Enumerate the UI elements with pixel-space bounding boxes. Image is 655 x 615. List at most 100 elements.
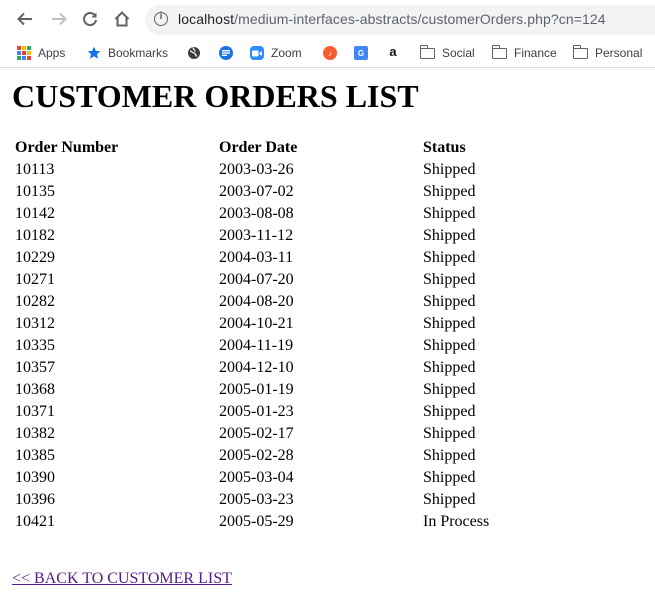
order-date-cell: 2004-08-20 [219,293,294,310]
reload-icon[interactable] [79,8,101,30]
order-date-cell: 2003-07-02 [219,183,294,200]
order-date-cell: 2003-03-26 [219,161,294,178]
order-date-cell: 2004-10-21 [219,315,294,332]
home-icon[interactable] [111,8,133,30]
back-arrow-icon[interactable] [14,8,36,30]
bookmark-folder-social[interactable]: Social [419,44,475,62]
table-header-row: Order Number Order Date Status [13,137,545,159]
table-row: 10312 2004-10-21 Shipped [13,313,545,335]
order-date-cell: 2005-05-29 [219,513,294,530]
table-row: 10142 2003-08-08 Shipped [13,203,545,225]
order-number-cell: 10335 [15,337,55,354]
column-header-order-number: Order Number [15,139,119,156]
bookmark-amazon[interactable]: a [386,44,407,62]
table-row: 10390 2005-03-04 Shipped [13,467,545,489]
order-number-cell: 10357 [15,359,55,376]
table-row: 10113 2003-03-26 Shipped [13,159,545,181]
folder-icon [572,44,588,59]
order-number-cell: 10282 [15,293,55,310]
apps-grid-icon [17,46,31,60]
status-cell: Shipped [423,249,476,266]
status-cell: Shipped [423,227,476,244]
order-number-cell: 10135 [15,183,55,200]
status-cell: Shipped [423,403,476,420]
status-cell: Shipped [423,425,476,442]
bookmark-folder-personal[interactable]: Personal [572,44,642,62]
table-row: 10282 2004-08-20 Shipped [13,291,545,313]
table-row: 10385 2005-02-28 Shipped [13,445,545,467]
order-number-cell: 10382 [15,425,55,442]
order-date-cell: 2005-02-28 [219,447,294,464]
order-date-cell: 2005-02-17 [219,425,294,442]
order-number-cell: 10182 [15,227,55,244]
status-cell: Shipped [423,205,476,222]
order-number-cell: 10390 [15,469,55,486]
order-number-cell: 10229 [15,249,55,266]
site-info-icon[interactable] [154,11,168,26]
status-cell: Shipped [423,359,476,376]
folder-icon [491,44,507,59]
bookmark-folder-finance[interactable]: Finance [491,44,557,62]
order-date-cell: 2005-01-23 [219,403,294,420]
status-cell: In Process [423,513,490,530]
column-header-order-date: Order Date [219,139,298,156]
order-number-cell: 10421 [15,513,55,530]
table-row: 10382 2005-02-17 Shipped [13,423,545,445]
translate-icon: G [354,46,368,60]
bookmark-zoom[interactable]: Zoom [250,44,302,62]
amazon-icon: a [389,44,397,59]
status-cell: Shipped [423,381,476,398]
table-body: 10113 2003-03-26 Shipped 10135 2003-07-02 Shi… [13,159,545,533]
status-cell: Shipped [423,271,476,288]
table-row: 10135 2003-07-02 Shipped [13,181,545,203]
table-row: 10271 2004-07-20 Shipped [13,269,545,291]
table-row: 10182 2003-11-12 Shipped [13,225,545,247]
bookmark-music[interactable]: ♪ [323,44,344,62]
order-number-cell: 10312 [15,315,55,332]
table-row: 10421 2005-05-29 In Process [13,511,545,533]
status-cell: Shipped [423,337,476,354]
forward-arrow-icon[interactable] [48,8,70,30]
orders-table: Order Number Order Date Status 10113 2003… [13,137,545,533]
bookmark-bookmarks[interactable]: Bookmarks [87,44,168,62]
address-bar[interactable]: localhost/medium-interfaces-abstracts/cu… [145,5,655,35]
bookmark-translate[interactable]: G [354,44,375,62]
music-icon: ♪ [323,46,337,60]
table-row: 10371 2005-01-23 Shipped [13,401,545,423]
bookmark-chat[interactable] [219,44,240,62]
order-date-cell: 2004-12-10 [219,359,294,376]
bookmarks-bar: Apps Bookmarks Zoom ♪ G a Social Finance… [0,38,655,68]
order-number-cell: 10371 [15,403,55,420]
bookmark-apps[interactable]: Apps [17,44,65,62]
order-number-cell: 10396 [15,491,55,508]
table-row: 10229 2004-03-11 Shipped [13,247,545,269]
bookmark-globe[interactable] [187,44,208,62]
browser-toolbar: localhost/medium-interfaces-abstracts/cu… [0,0,655,38]
globe-icon [188,47,200,59]
chat-icon [219,46,233,60]
order-number-cell: 10271 [15,271,55,288]
status-cell: Shipped [423,491,476,508]
back-to-customer-list-link[interactable]: << BACK TO CUSTOMER LIST [12,570,232,588]
order-number-cell: 10385 [15,447,55,464]
status-cell: Shipped [423,447,476,464]
page-title: CUSTOMER ORDERS LIST [12,78,419,114]
table-row: 10357 2004-12-10 Shipped [13,357,545,379]
status-cell: Shipped [423,469,476,486]
url-text[interactable]: localhost/medium-interfaces-abstracts/cu… [178,11,606,27]
order-date-cell: 2005-01-19 [219,381,294,398]
order-date-cell: 2003-11-12 [219,227,294,244]
order-number-cell: 10142 [15,205,55,222]
order-date-cell: 2004-11-19 [219,337,294,354]
folder-icon [419,44,435,59]
order-date-cell: 2003-08-08 [219,205,294,222]
order-number-cell: 10368 [15,381,55,398]
order-number-cell: 10113 [15,161,55,178]
zoom-camera-icon [250,46,264,60]
status-cell: Shipped [423,183,476,200]
status-cell: Shipped [423,161,476,178]
table-row: 10368 2005-01-19 Shipped [13,379,545,401]
table-row: 10396 2005-03-23 Shipped [13,489,545,511]
status-cell: Shipped [423,315,476,332]
column-header-status: Status [423,139,466,156]
